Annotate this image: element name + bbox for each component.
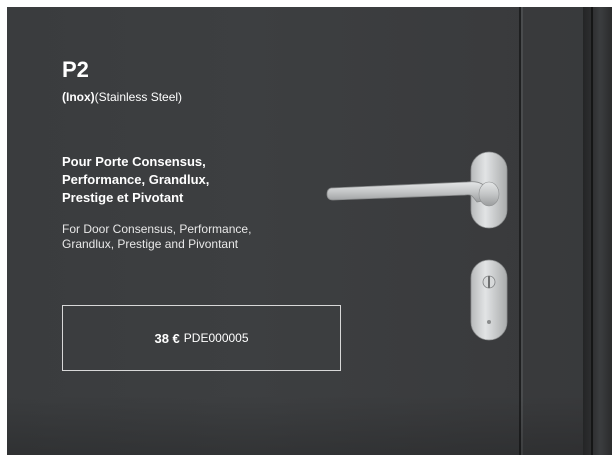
bottom-shadow <box>7 395 583 455</box>
door-frame-line <box>591 7 593 455</box>
door-handle-icon <box>326 151 508 229</box>
product-title: P2 <box>62 57 89 82</box>
description-english-line: Grandlux, Prestige and Pivontant <box>62 237 239 251</box>
key-cylinder-icon <box>470 259 508 341</box>
description-english-line: For Door Consensus, Performance, <box>62 222 252 236</box>
material-code: (Inox) <box>62 90 95 104</box>
description-french-line: Pour Porte Consensus, <box>62 154 206 169</box>
material-name: (Stainless Steel) <box>94 90 183 104</box>
description-english: For Door Consensus, Performance, Grandlu… <box>62 222 302 252</box>
product-material: (Inox)(Stainless Steel) <box>62 90 182 104</box>
door-hardware <box>326 151 508 341</box>
product-banner: P2 (Inox)(Stainless Steel) Pour Porte Co… <box>7 7 612 455</box>
price-button[interactable]: 38 € PDE000005 <box>62 305 341 371</box>
product-reference: PDE000005 <box>183 331 249 345</box>
description-french-line: Prestige et Pivotant <box>62 190 184 205</box>
description-french: Pour Porte Consensus, Performance, Grand… <box>62 153 292 207</box>
description-french-line: Performance, Grandlux, <box>62 172 210 187</box>
price-value: 38 € <box>154 330 180 346</box>
door-seam-highlight <box>521 7 523 455</box>
door-frame <box>583 7 612 455</box>
